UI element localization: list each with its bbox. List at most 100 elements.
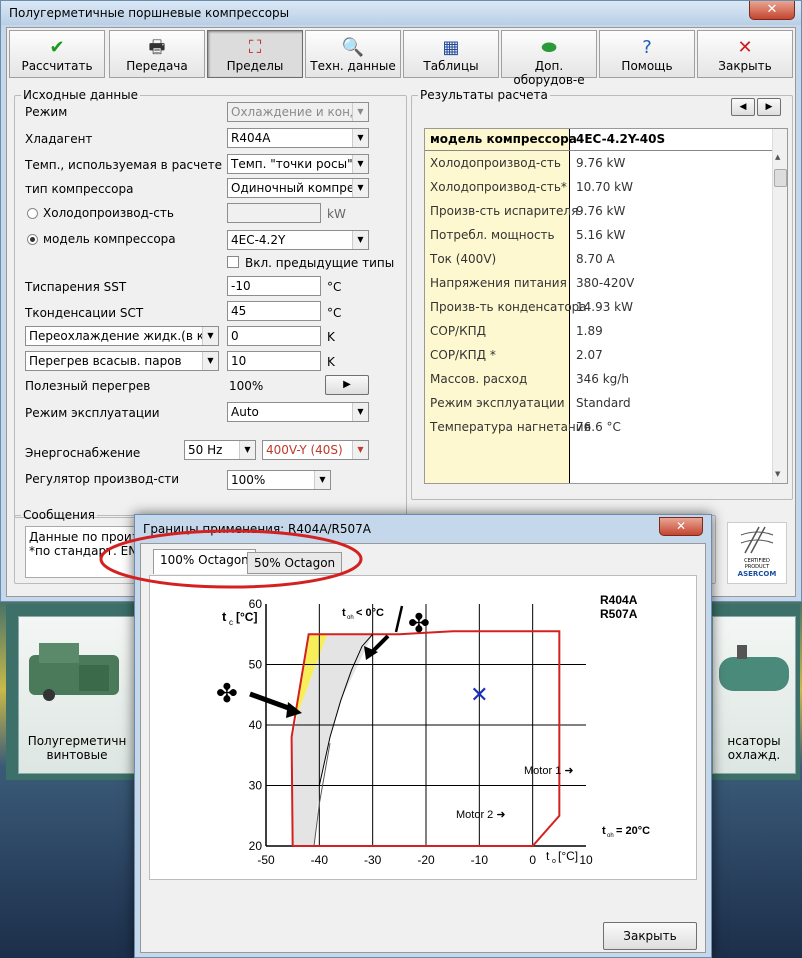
table-row: Потребл. мощность 5.16 kW bbox=[425, 224, 772, 248]
scroll-down-arrow[interactable]: ▼ bbox=[775, 470, 784, 478]
toolbar-button-5[interactable]: ⬬ Доп. оборудов-е bbox=[501, 30, 597, 87]
regulator-dropdown[interactable]: 100% ▼ bbox=[227, 470, 331, 490]
chevron-down-icon: ▼ bbox=[352, 441, 368, 459]
capacity-radio[interactable] bbox=[27, 208, 38, 219]
toolbar-label: Помощь bbox=[621, 59, 673, 73]
prev-types-label: Вкл. предыдущие типы bbox=[245, 256, 395, 270]
table-row: COP/КПД 1.89 bbox=[425, 320, 772, 344]
refrigerant-dropdown[interactable]: R404A ▼ bbox=[227, 128, 369, 148]
main-window: Полугерметичные поршневые компрессоры ✕ … bbox=[0, 0, 802, 602]
y-tick-label: 30 bbox=[249, 779, 263, 793]
toolbar-button-7[interactable]: ✕ Закрыть bbox=[697, 30, 793, 78]
toolbar-button-0[interactable]: ✔ Рассчитать bbox=[9, 30, 105, 78]
results-table: модель компрессора 4EC-4.2Y-40S Холодопр… bbox=[424, 128, 788, 484]
toh2-label: t bbox=[602, 825, 606, 837]
motor2-label: Motor 2 ➜ bbox=[456, 809, 506, 821]
results-scrollbar[interactable]: ▲ ▼ bbox=[772, 129, 787, 483]
sct-input[interactable]: 45 bbox=[227, 301, 321, 321]
model-radio[interactable] bbox=[27, 234, 38, 245]
compressor-image-icon bbox=[29, 643, 119, 701]
sct-unit: °C bbox=[327, 306, 342, 320]
results-header-value: 4EC-4.2Y-40S bbox=[576, 132, 666, 146]
chart-icon: ⛶ bbox=[248, 37, 262, 58]
toolbar-button-1[interactable]: 🖶 Передача bbox=[109, 30, 205, 78]
operation-dropdown[interactable]: Auto ▼ bbox=[227, 402, 369, 422]
frequency-dropdown[interactable]: 50 Hz ▼ bbox=[184, 440, 256, 460]
table-row: Холодопроизвод-сть* 10.70 kW bbox=[425, 176, 772, 200]
prev-types-checkbox[interactable] bbox=[227, 256, 239, 268]
toolbar-button-3[interactable]: 🔍 Техн. данные bbox=[305, 30, 401, 78]
sst-input[interactable]: -10 bbox=[227, 276, 321, 296]
compressor-type-dropdown[interactable]: Одиночный компресс ▼ bbox=[227, 178, 369, 198]
model-dropdown[interactable]: 4EC-4.2Y ▼ bbox=[227, 230, 369, 250]
result-value: 76.6 °C bbox=[576, 420, 621, 434]
toolbar-button-6[interactable]: ? Помощь bbox=[599, 30, 695, 78]
capacity-label: Холодопроизвод-сть bbox=[43, 206, 174, 220]
x-tick-label: -30 bbox=[364, 853, 382, 867]
result-value: 9.76 kW bbox=[576, 156, 626, 170]
x-axis-label: t bbox=[546, 849, 550, 863]
play-button[interactable]: ▶ bbox=[325, 375, 369, 395]
scroll-thumb[interactable] bbox=[774, 169, 787, 187]
mode-label: Режим bbox=[25, 105, 68, 119]
table-row: Напряжения питания 380-420V bbox=[425, 272, 772, 296]
window-title: Полугерметичные поршневые компрессоры bbox=[9, 6, 290, 20]
toolbar-button-2[interactable]: ⛶ Пределы bbox=[207, 30, 303, 78]
refrigerant-label-1: R404A bbox=[600, 593, 638, 607]
subcool-dropdown[interactable]: Переохлаждение жидк.(в конд ▼ bbox=[25, 326, 219, 346]
compressor-type-label: тип компрессора bbox=[25, 182, 134, 196]
table-row: Ток (400V) 8.70 A bbox=[425, 248, 772, 272]
magnifier-icon: 🔍 bbox=[341, 37, 365, 58]
sst-unit: °C bbox=[327, 280, 342, 294]
toh-label: t bbox=[342, 607, 346, 619]
toolbar-label: Рассчитать bbox=[21, 59, 93, 73]
temp-label: Темп., используемая в расчете bbox=[25, 158, 222, 172]
thumb-condensers[interactable]: нсаторы охлажд. bbox=[712, 616, 796, 774]
result-value: 10.70 kW bbox=[576, 180, 633, 194]
superheat-unit: K bbox=[327, 355, 335, 369]
voltage-dropdown[interactable]: 400V-Y (40S) ▼ bbox=[262, 440, 369, 460]
y-tick-label: 40 bbox=[249, 718, 263, 732]
result-value: Standard bbox=[576, 396, 631, 410]
table-row: Произв-сть испарителя 9.76 kW bbox=[425, 200, 772, 224]
result-value: 346 kg/h bbox=[576, 372, 629, 386]
application-limits-chart: -50 -40 -30 -20 -10 0 10 20 30 40 50 60 ✕ R404AR507A t… bbox=[216, 593, 650, 867]
chevron-down-icon: ▼ bbox=[352, 179, 368, 197]
dialog-close-button[interactable]: Закрыть bbox=[603, 922, 697, 950]
result-name: Холодопроизвод-сть* bbox=[430, 180, 567, 194]
sst-label: Тиспарения SST bbox=[25, 280, 127, 294]
superheat-input[interactable]: 10 bbox=[227, 351, 321, 371]
chevron-down-icon: ▼ bbox=[202, 352, 218, 370]
y-tick-label: 50 bbox=[249, 658, 263, 672]
cylinder-icon: ⬬ bbox=[541, 37, 557, 58]
capacity-input[interactable] bbox=[227, 203, 321, 223]
printer-icon: 🖶 bbox=[148, 37, 166, 58]
prev-result-button[interactable]: ◀ bbox=[731, 98, 755, 116]
toolbar-label: Доп. оборудов-е bbox=[513, 59, 585, 87]
toolbar-button-4[interactable]: ▦ Таблицы bbox=[403, 30, 499, 78]
thumb-screw-compressors[interactable]: Полугерметичн винтовые bbox=[18, 616, 136, 774]
subcool-input[interactable]: 0 bbox=[227, 326, 321, 346]
scroll-up-arrow[interactable]: ▲ bbox=[775, 153, 784, 161]
result-name: Произв-ть конденсатора bbox=[430, 300, 587, 314]
x-tick-label: -20 bbox=[417, 853, 435, 867]
toolbar-label: Техн. данные bbox=[310, 59, 396, 73]
certified-brand: ASERCOM bbox=[737, 570, 777, 578]
superheat-dropdown[interactable]: Перегрев всасыв. паров ▼ bbox=[25, 351, 219, 371]
thumb-right-line1: нсаторы bbox=[727, 734, 781, 748]
result-value: 1.89 bbox=[576, 324, 603, 338]
temp-dropdown[interactable]: Темп. "точки росы" ▼ bbox=[227, 154, 369, 174]
table-row: Холодопроизвод-сть 9.76 kW bbox=[425, 152, 772, 176]
result-value: 380-420V bbox=[576, 276, 635, 290]
result-name: COP/КПД * bbox=[430, 348, 496, 362]
dialog-close-icon[interactable]: ✕ bbox=[659, 517, 703, 536]
power-label: Энергоснабжение bbox=[25, 446, 141, 460]
window-close-button[interactable]: ✕ bbox=[749, 1, 795, 20]
subcool-unit: K bbox=[327, 330, 335, 344]
toolbar-label: Пределы bbox=[226, 59, 284, 73]
toh2-sub: oh bbox=[607, 833, 614, 839]
next-result-button[interactable]: ▶ bbox=[757, 98, 781, 116]
x-tick-label: -10 bbox=[471, 853, 489, 867]
y-tick-label: 20 bbox=[249, 839, 263, 853]
motor1-label: Motor 1 ➜ bbox=[524, 765, 574, 777]
